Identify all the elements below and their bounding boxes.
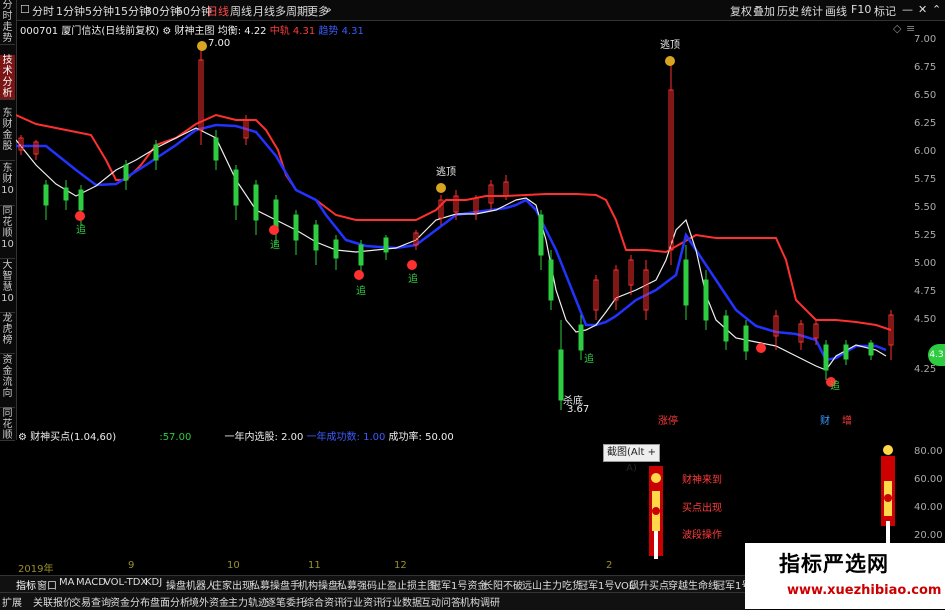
tab-jishu[interactable]: 技术分析	[0, 55, 15, 100]
period-1min[interactable]: 1分钟	[56, 3, 85, 19]
tab-jiaoyi[interactable]: 交易查询	[71, 594, 111, 609]
top-toolbar: ☐ 分时 1分钟 5分钟 15分钟 30分钟 60分钟 日线 周线 月线 多周期…	[0, 0, 945, 21]
moneybag-icon	[436, 183, 446, 193]
tab-dongcai-jingu[interactable]: 东财金股	[0, 108, 15, 161]
tab-kuozhan[interactable]: 扩展	[2, 594, 22, 609]
tab-biaosheng[interactable]: 飙升买点	[629, 577, 669, 592]
watermark: 指标严选网 www.xuezhibiao.com	[745, 543, 945, 609]
tab-kdj[interactable]: KDJ	[145, 577, 162, 588]
zhui-label-5: 追	[584, 354, 594, 365]
zhui-label-3: 追	[356, 286, 366, 297]
period-day[interactable]: 日线	[207, 3, 229, 19]
tab-hangye-shuju[interactable]: 行业数据	[382, 594, 422, 609]
tab-zijin[interactable]: 资金流向	[0, 355, 15, 408]
zhui-label-4: 追	[408, 274, 418, 285]
gem-icon	[354, 270, 364, 280]
checkbox-icon[interactable]: ☐	[20, 3, 30, 16]
high-label: 7.00	[208, 38, 231, 49]
gem-icon	[756, 343, 766, 353]
tab-dongcai10[interactable]: 东财10	[0, 163, 15, 206]
tab-jigou-caopan[interactable]: 机构操盘	[298, 577, 338, 592]
blue-middle-line	[16, 123, 887, 362]
tab-yuanshan[interactable]: 远山主力吃货	[522, 577, 582, 592]
zhui-label-6: 追	[830, 381, 840, 392]
tab-longhubang[interactable]: 龙虎榜	[0, 313, 15, 354]
indicator-axis: 80.00 60.00 40.00 20.00	[914, 446, 943, 541]
function-tabs: 扩展 关联报价 交易查询 资金分布 盘面分析 境外资金 主力轨迹 逐笔委托 综合…	[0, 592, 760, 610]
tab-zhiying[interactable]: 止盈止损主图	[377, 577, 437, 592]
indicator-chart[interactable]	[16, 426, 906, 560]
tab-hudong[interactable]: 互动问答	[421, 594, 461, 609]
zeng-label: 增	[842, 416, 852, 427]
period-multi[interactable]: 多周期	[275, 3, 308, 19]
tab-panmian[interactable]: 盘面分析	[150, 594, 190, 609]
tab-vol-tdx[interactable]: VOL-TDX	[104, 577, 147, 588]
huaxian-button[interactable]: 画线	[825, 3, 847, 19]
close-icon[interactable]: ✕	[918, 3, 927, 16]
tab-caopan-jiqiren[interactable]: 操盘机器人	[166, 577, 216, 592]
chevron-up-icon[interactable]: ⌃	[932, 3, 941, 16]
period-fenshi[interactable]: 分时	[32, 3, 54, 19]
period-month[interactable]: 月线	[253, 3, 275, 19]
period-week[interactable]: 周线	[230, 3, 252, 19]
signal-pillar-2	[881, 445, 895, 557]
gem-icon	[407, 260, 417, 270]
tab-hangye-zixun[interactable]: 行业资讯	[343, 594, 383, 609]
taoding-label: 逃顶	[436, 167, 456, 178]
tab-macd[interactable]: MACD	[76, 577, 106, 588]
tab-zhubi[interactable]: 逐笔委托	[266, 594, 306, 609]
tab-simu-caopanshou[interactable]: 私募操盘手	[250, 577, 300, 592]
moneybag-icon	[665, 56, 675, 66]
signal-pillar-1	[649, 466, 663, 559]
tab-tonghuashun[interactable]: 同花顺	[0, 408, 15, 441]
tab-jigou-diaoyan[interactable]: 机构调研	[460, 594, 500, 609]
tab-zhuangjia[interactable]: 庄家出现	[212, 577, 252, 592]
more-chevron-icon[interactable]: »	[325, 3, 332, 16]
tab-zhuli-guiji[interactable]: 主力轨迹	[228, 594, 268, 609]
signal-text-2: 买点出现	[682, 503, 722, 514]
lishi-button[interactable]: 历史	[777, 3, 799, 19]
diejia-button[interactable]: 叠加	[753, 3, 775, 19]
zhangting-label: 涨停	[658, 416, 678, 427]
fuquan-button[interactable]: 复权	[730, 3, 752, 19]
screenshot-tooltip: 截图(Alt + A)	[603, 444, 660, 474]
tab-chuanyue[interactable]: 穿越生命线	[668, 577, 718, 592]
left-vertical-tabs: 分时走势 技术分析 东财金股 东财10 同花顺10 大智慧10 龙虎榜 资金流向…	[0, 0, 17, 441]
gem-icon	[75, 211, 85, 221]
minus-icon[interactable]: —	[902, 3, 913, 16]
tab-guanlian[interactable]: 关联报价	[33, 594, 73, 609]
tab-zijin-fenbu[interactable]: 资金分布	[110, 594, 150, 609]
tab-guanjun-vol[interactable]: 冠军1号VOL	[578, 577, 634, 592]
moneybag-icon	[197, 41, 207, 51]
tab-zhibiao[interactable]: 指标	[16, 577, 36, 592]
biaoji-button[interactable]: 标记	[874, 3, 896, 19]
cai-label: 财	[820, 416, 830, 427]
zhui-label-2: 追	[270, 240, 280, 251]
indicator-tabs: 指标 窗口 MA MACD VOL-TDX KDJ 操盘机器人 庄家出现 私募操…	[0, 575, 760, 592]
candlestick-chart[interactable]	[16, 20, 906, 424]
tongji-button[interactable]: 统计	[801, 3, 823, 19]
tab-tonghuashun10[interactable]: 同花顺10	[0, 206, 15, 259]
gem-icon	[269, 225, 279, 235]
tab-changyang[interactable]: 长阳不破	[483, 577, 523, 592]
red-upper-line	[16, 113, 892, 331]
low-label: 3.67	[567, 404, 590, 415]
tab-fenshi[interactable]: 分时走势	[0, 0, 15, 45]
period-5min[interactable]: 5分钟	[85, 3, 114, 19]
tab-chuangkou[interactable]: 窗口	[37, 577, 57, 592]
tab-ma[interactable]: MA	[59, 577, 74, 588]
top-label-2: 逃顶	[660, 40, 680, 51]
tab-guanjun-zijin[interactable]: 冠军1号资金	[431, 577, 487, 592]
watermark-title: 指标严选网	[779, 552, 889, 576]
tab-jingwai[interactable]: 境外资金	[189, 594, 229, 609]
signal-text-3: 波段操作	[682, 530, 722, 541]
tab-dazhihui10[interactable]: 大智慧10	[0, 260, 15, 313]
tab-zonghe[interactable]: 综合资讯	[304, 594, 344, 609]
watermark-url: www.xuezhibiao.com	[787, 583, 942, 598]
tab-simu-qiangma[interactable]: 私募强码	[337, 577, 377, 592]
zhui-label-1: 追	[76, 225, 86, 236]
signal-text-1: 财神来到	[682, 475, 722, 486]
price-marker: 4.3	[928, 344, 945, 366]
f10-button[interactable]: F10	[851, 3, 871, 16]
